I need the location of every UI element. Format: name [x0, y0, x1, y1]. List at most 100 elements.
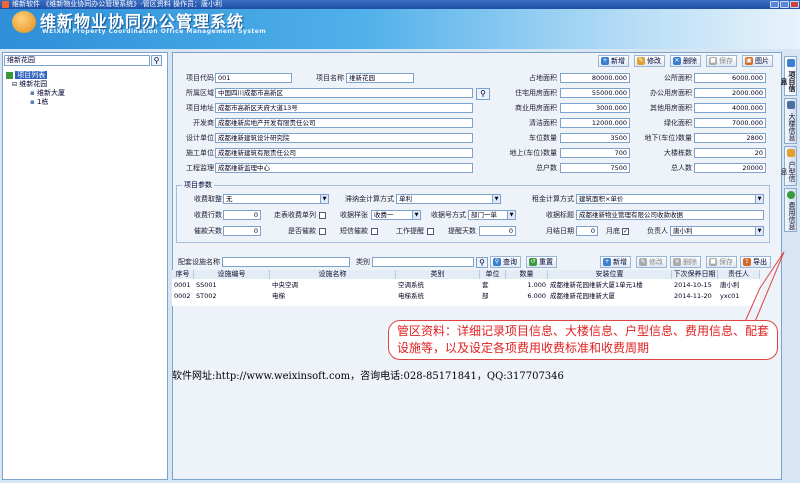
commercial-area-field[interactable]: 3000.000: [560, 103, 630, 113]
charge-rows-field[interactable]: 0: [223, 210, 261, 220]
delete-button[interactable]: ✕ 删除: [670, 55, 701, 67]
close-button[interactable]: [790, 1, 799, 8]
public-area-field[interactable]: 6000.000: [694, 73, 766, 83]
table-cell[interactable]: 成都维新花园维新大厦: [550, 292, 670, 301]
receipt-mode-select[interactable]: 部门一单 ▼: [468, 210, 516, 220]
label-other-area: 其他用房面积: [650, 104, 692, 112]
late-fee-select[interactable]: 单利 ▼: [396, 194, 501, 204]
label-parking: 车位数量: [529, 134, 557, 142]
receipt-title-field[interactable]: 成都维新物业管理有限公司收款收据: [576, 210, 764, 220]
maximize-button[interactable]: [780, 1, 789, 8]
tab-project-info[interactable]: 项目信息: [780, 56, 797, 96]
month-end-field[interactable]: 0: [576, 226, 598, 236]
tree-item-building[interactable]: ▪ 1栋: [30, 98, 48, 107]
rent-method-select[interactable]: 建筑面积×单价 ▼: [576, 194, 764, 204]
new-button[interactable]: + 新增: [598, 55, 629, 67]
underground-parking-field[interactable]: 2800: [694, 133, 766, 143]
parking-field[interactable]: 3500: [560, 133, 630, 143]
table-cell[interactable]: 2014-10-15: [674, 281, 718, 290]
minimize-button[interactable]: [770, 1, 779, 8]
table-cell[interactable]: 空调系统: [398, 281, 478, 290]
receipt-sample-select[interactable]: 收费一 ▼: [371, 210, 421, 220]
tree-item-project[interactable]: ⊟ 维新花园: [12, 80, 47, 89]
table-cell[interactable]: ST002: [196, 292, 268, 301]
facility-new-button[interactable]: + 新增: [600, 256, 631, 268]
table-cell[interactable]: 套: [482, 281, 504, 290]
region-field[interactable]: 中国四川成都市高新区: [215, 88, 473, 98]
facility-type-input[interactable]: [372, 257, 474, 267]
table-cell[interactable]: 电梯: [272, 292, 394, 301]
label-workorder: 工作提醒: [396, 227, 424, 235]
tab-unit-type-info[interactable]: 户型信息: [780, 146, 797, 186]
buildings-field[interactable]: 20: [694, 148, 766, 158]
label-public-area: 公所面积: [664, 74, 692, 82]
table-cell[interactable]: 中央空调: [272, 281, 394, 290]
population-field[interactable]: 20000: [694, 163, 766, 173]
table-cell[interactable]: 6.000: [508, 292, 546, 301]
label-project-name: 项目名称: [316, 74, 344, 82]
save-button[interactable]: ■ 保存: [706, 55, 737, 67]
charge-rounding-select[interactable]: 无 ▼: [223, 194, 329, 204]
ground-parking-field[interactable]: 700: [560, 148, 630, 158]
label-manager: 负责人: [647, 227, 668, 235]
other-area-field[interactable]: 4000.000: [694, 103, 766, 113]
table-cell[interactable]: 0001: [174, 281, 194, 290]
facility-save-button[interactable]: ■ 保存: [706, 256, 737, 268]
delete-icon: ✕: [673, 258, 681, 266]
meter-separate-checkbox[interactable]: [319, 212, 326, 219]
edit-button[interactable]: ✎ 修改: [634, 55, 665, 67]
save-icon: ■: [709, 258, 717, 266]
urge-checkbox[interactable]: [319, 228, 326, 235]
tree-item-building[interactable]: ▪ 维新大厦: [30, 89, 65, 98]
construction-field[interactable]: 成都维新建筑有限责任公司: [215, 148, 473, 158]
project-info-icon: [787, 59, 795, 67]
label-commercial-area: 商业用房面积: [515, 104, 557, 112]
sms-checkbox[interactable]: [371, 228, 378, 235]
table-cell[interactable]: 0002: [174, 292, 194, 301]
address-field[interactable]: 成都市高新区天府大道13号: [215, 103, 473, 113]
chevron-down-icon: ▼: [492, 195, 500, 203]
search-icon[interactable]: ⚲: [151, 55, 162, 66]
delete-icon: ✕: [673, 57, 681, 65]
type-search-icon[interactable]: ⚲: [476, 257, 488, 268]
table-cell[interactable]: 成都维新花园维新大厦1单元1楼: [550, 281, 670, 290]
label-underground-parking: 地下(车位)数量: [644, 134, 692, 142]
image-button[interactable]: ▣ 图片: [742, 55, 773, 67]
facility-name-input[interactable]: [222, 257, 350, 267]
green-area-field[interactable]: 7000.000: [694, 118, 766, 128]
remind-days-field[interactable]: 0: [479, 226, 516, 236]
table-cell[interactable]: 电梯系统: [398, 292, 478, 301]
query-button[interactable]: ⚲ 查询: [490, 256, 521, 268]
workorder-checkbox[interactable]: [427, 228, 434, 235]
tab-fee-info[interactable]: 费用信息: [784, 188, 797, 232]
label-facility-type: 类别: [356, 258, 370, 266]
project-code-field[interactable]: 001: [215, 73, 292, 83]
table-header: 设施编号: [194, 270, 270, 279]
overdue-days-field[interactable]: 0: [223, 226, 261, 236]
land-area-field[interactable]: 80000.000: [560, 73, 630, 83]
table-cell[interactable]: 2014-11-20: [674, 292, 718, 301]
table-cell[interactable]: 1.000: [508, 281, 546, 290]
month-end-checkbox[interactable]: ✓: [622, 228, 629, 235]
cleaning-area-field[interactable]: 12000.000: [560, 118, 630, 128]
project-search-input[interactable]: 维新花园: [4, 55, 150, 66]
table-cell[interactable]: 部: [482, 292, 504, 301]
developer-field[interactable]: 成都维新房地产开发有限责任公司: [215, 118, 473, 128]
households-field[interactable]: 7500: [560, 163, 630, 173]
tree-root[interactable]: 项目列表: [6, 71, 48, 80]
facility-edit-button[interactable]: ✎ 修改: [636, 256, 667, 268]
residential-area-field[interactable]: 55000.000: [560, 88, 630, 98]
manager-select[interactable]: 唐小利 ▼: [670, 226, 764, 236]
region-search-icon[interactable]: ⚲: [476, 88, 490, 100]
facility-delete-button[interactable]: ✕ 删除: [670, 256, 701, 268]
label-sms: 短信催款: [340, 227, 368, 235]
label-meter-separate: 走表收费单列: [274, 211, 316, 219]
supervision-field[interactable]: 成都维新监理中心: [215, 163, 473, 173]
project-name-field[interactable]: 维新花园: [346, 73, 414, 83]
save-icon: ■: [709, 57, 717, 65]
tab-building-info[interactable]: 大楼信息: [784, 98, 797, 144]
table-cell[interactable]: SS001: [196, 281, 268, 290]
reset-button[interactable]: ↺ 重置: [526, 256, 557, 268]
design-field[interactable]: 成都维新建筑设计研究院: [215, 133, 473, 143]
office-area-field[interactable]: 2000.000: [694, 88, 766, 98]
